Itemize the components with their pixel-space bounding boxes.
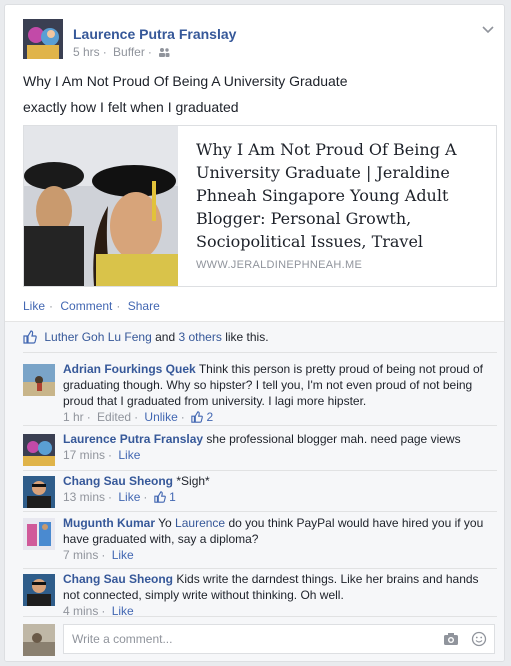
liker-name[interactable]: Luther Goh Lu Feng	[44, 330, 151, 344]
comment-like-button[interactable]: Like	[118, 490, 140, 504]
comment-author[interactable]: Laurence Putra Franslay	[63, 432, 203, 446]
divider	[23, 470, 497, 471]
like-button[interactable]: Like	[23, 299, 45, 313]
commenter-avatar[interactable]	[23, 574, 55, 606]
link-preview-image	[24, 126, 178, 286]
post-time[interactable]: 5 hrs	[73, 45, 100, 59]
comment-text: *Sigh*	[176, 474, 210, 488]
commenter-avatar[interactable]	[23, 434, 55, 466]
comment-composer: Write a comment...	[23, 624, 497, 656]
comment-like-count[interactable]: 1	[169, 490, 176, 504]
comment-author[interactable]: Chang Sau Sheong	[63, 572, 173, 586]
thumbs-up-icon	[154, 491, 166, 503]
divider	[23, 352, 497, 353]
comment-meta: 13 mins · Like · 1	[63, 490, 176, 504]
link-preview[interactable]: Why I Am Not Proud Of Being A University…	[23, 125, 497, 287]
comment-meta: 7 mins · Like	[63, 548, 134, 562]
divider	[23, 511, 497, 512]
comment-text: she professional blogger mah. need page …	[206, 432, 461, 446]
thumbs-up-icon	[23, 330, 37, 344]
comment-meta: 1 hr · Edited · Unlike · 2	[63, 410, 214, 424]
divider	[23, 616, 497, 617]
post-text-line2: exactly how I felt when I graduated	[23, 99, 239, 115]
likes-summary: Luther Goh Lu Feng and 3 others like thi…	[23, 330, 269, 344]
link-domain: WWW.JERALDINEPHNEAH.ME	[196, 259, 363, 271]
chevron-down-icon[interactable]	[482, 23, 494, 37]
comment-author[interactable]: Mugunth Kumar	[63, 516, 155, 530]
thumbs-up-icon	[191, 411, 203, 423]
mention-link[interactable]: Laurence	[175, 516, 225, 530]
link-title[interactable]: Why I Am Not Proud Of Being A University…	[196, 138, 486, 253]
comment-like-count[interactable]: 2	[206, 410, 213, 424]
divider	[23, 568, 497, 569]
likers-others[interactable]: 3 others	[178, 330, 221, 344]
current-user-avatar	[23, 624, 55, 656]
commenter-avatar[interactable]	[23, 476, 55, 508]
comment-author[interactable]: Adrian Fourkings Quek	[63, 362, 196, 376]
share-button[interactable]: Share	[128, 299, 160, 313]
feedback-section: Luther Goh Lu Feng and 3 others like thi…	[5, 321, 504, 661]
comment-meta: 17 mins · Like	[63, 448, 141, 462]
comment-button[interactable]: Comment	[60, 299, 112, 313]
author-avatar[interactable]	[23, 19, 63, 59]
camera-icon[interactable]	[443, 632, 459, 646]
friends-icon[interactable]	[158, 47, 170, 57]
commenter-avatar[interactable]	[23, 518, 55, 550]
post-via[interactable]: Buffer	[113, 45, 145, 59]
post-card: Laurence Putra Franslay 5 hrs · Buffer · W…	[4, 4, 505, 662]
post-text-line1: Why I Am Not Proud Of Being A University…	[23, 73, 348, 89]
unlike-button[interactable]: Unlike	[144, 410, 177, 424]
comment-author[interactable]: Chang Sau Sheong	[63, 474, 173, 488]
commenter-avatar[interactable]	[23, 364, 55, 396]
comment-input[interactable]: Write a comment...	[63, 624, 495, 654]
emoji-icon[interactable]	[471, 631, 487, 647]
post-actions: Like · Comment · Share	[23, 299, 160, 313]
post-meta: 5 hrs · Buffer ·	[73, 45, 170, 59]
comment-like-button[interactable]: Like	[112, 548, 134, 562]
divider	[23, 425, 497, 426]
comment-like-button[interactable]: Like	[118, 448, 140, 462]
post-author[interactable]: Laurence Putra Franslay	[73, 26, 236, 42]
